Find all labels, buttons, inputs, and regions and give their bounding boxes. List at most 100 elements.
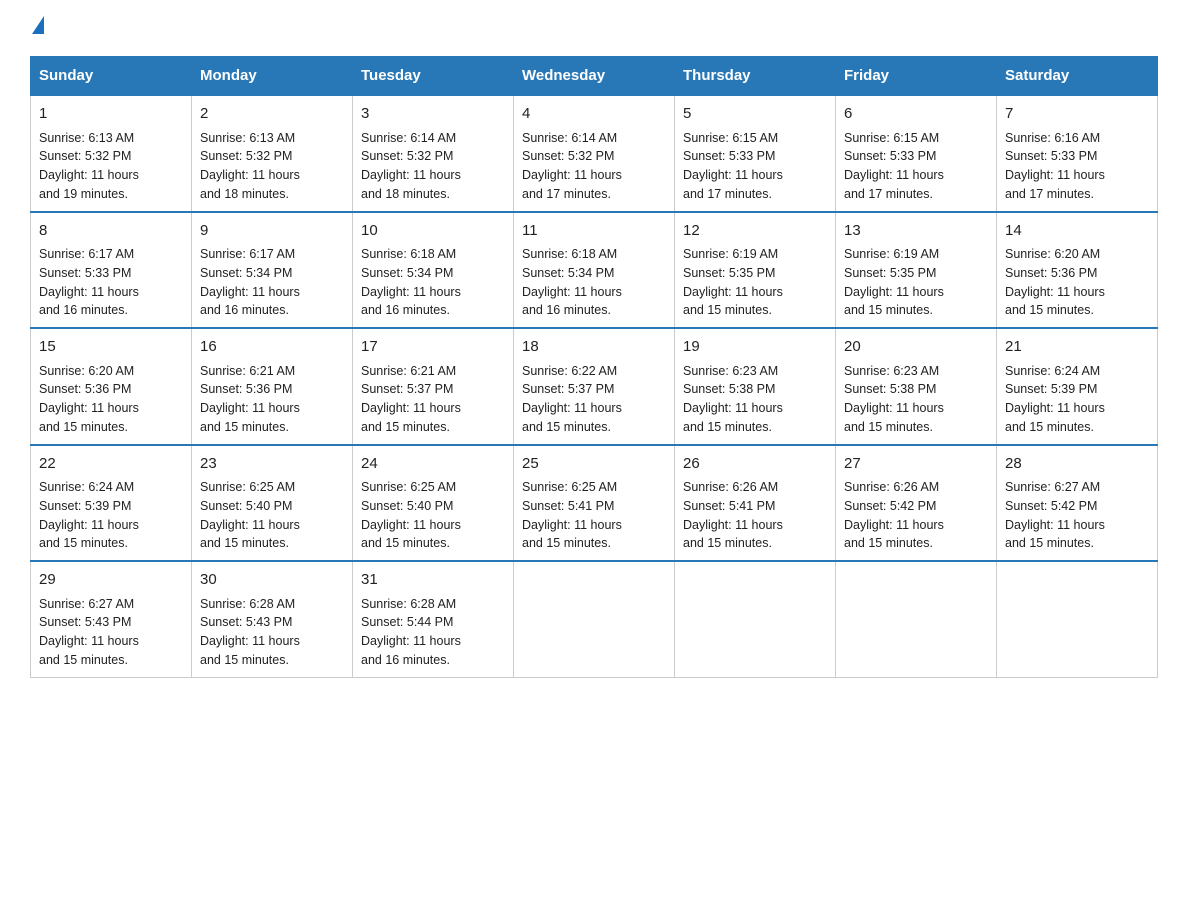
calendar-cell: 19Sunrise: 6:23 AMSunset: 5:38 PMDayligh… (675, 328, 836, 445)
day-info: Sunrise: 6:23 AMSunset: 5:38 PMDaylight:… (844, 362, 988, 437)
day-info: Sunrise: 6:15 AMSunset: 5:33 PMDaylight:… (683, 129, 827, 204)
day-number: 20 (844, 336, 988, 359)
day-info: Sunrise: 6:17 AMSunset: 5:34 PMDaylight:… (200, 245, 344, 320)
day-info: Sunrise: 6:27 AMSunset: 5:43 PMDaylight:… (39, 595, 183, 670)
calendar-cell: 15Sunrise: 6:20 AMSunset: 5:36 PMDayligh… (31, 328, 192, 445)
day-number: 1 (39, 103, 183, 126)
calendar-cell: 7 Sunrise: 6:16 AMSunset: 5:33 PMDaylight… (997, 95, 1158, 212)
calendar-week-row: 1 Sunrise: 6:13 AMSunset: 5:32 PMDaylight… (31, 95, 1158, 212)
calendar-header-row: SundayMondayTuesdayWednesdayThursdayFrid… (31, 57, 1158, 96)
day-number: 11 (522, 220, 666, 243)
col-header-wednesday: Wednesday (514, 57, 675, 96)
calendar-cell: 26Sunrise: 6:26 AMSunset: 5:41 PMDayligh… (675, 445, 836, 562)
day-info: Sunrise: 6:25 AMSunset: 5:40 PMDaylight:… (200, 478, 344, 553)
day-info: Sunrise: 6:14 AMSunset: 5:32 PMDaylight:… (361, 129, 505, 204)
day-info: Sunrise: 6:13 AMSunset: 5:32 PMDaylight:… (39, 129, 183, 204)
calendar-cell: 17 Sunrise: 6:21 AMSunset: 5:37 PMDayligh… (353, 328, 514, 445)
day-number: 30 (200, 569, 344, 592)
calendar-cell: 27Sunrise: 6:26 AMSunset: 5:42 PMDayligh… (836, 445, 997, 562)
calendar-cell: 13Sunrise: 6:19 AMSunset: 5:35 PMDayligh… (836, 212, 997, 329)
page-header (30, 20, 1158, 38)
calendar-cell: 2 Sunrise: 6:13 AMSunset: 5:32 PMDaylight… (192, 95, 353, 212)
calendar-cell: 21 Sunrise: 6:24 AMSunset: 5:39 PMDayligh… (997, 328, 1158, 445)
day-number: 14 (1005, 220, 1149, 243)
day-info: Sunrise: 6:15 AMSunset: 5:33 PMDaylight:… (844, 129, 988, 204)
day-info: Sunrise: 6:26 AMSunset: 5:41 PMDaylight:… (683, 478, 827, 553)
day-number: 12 (683, 220, 827, 243)
day-number: 27 (844, 453, 988, 476)
day-info: Sunrise: 6:22 AMSunset: 5:37 PMDaylight:… (522, 362, 666, 437)
day-number: 2 (200, 103, 344, 126)
calendar-week-row: 15Sunrise: 6:20 AMSunset: 5:36 PMDayligh… (31, 328, 1158, 445)
calendar-cell: 10Sunrise: 6:18 AMSunset: 5:34 PMDayligh… (353, 212, 514, 329)
day-info: Sunrise: 6:19 AMSunset: 5:35 PMDaylight:… (844, 245, 988, 320)
day-number: 31 (361, 569, 505, 592)
day-number: 8 (39, 220, 183, 243)
day-info: Sunrise: 6:17 AMSunset: 5:33 PMDaylight:… (39, 245, 183, 320)
calendar-cell: 16 Sunrise: 6:21 AMSunset: 5:36 PMDayligh… (192, 328, 353, 445)
calendar-cell: 11Sunrise: 6:18 AMSunset: 5:34 PMDayligh… (514, 212, 675, 329)
calendar-cell: 22Sunrise: 6:24 AMSunset: 5:39 PMDayligh… (31, 445, 192, 562)
day-info: Sunrise: 6:18 AMSunset: 5:34 PMDaylight:… (361, 245, 505, 320)
day-info: Sunrise: 6:16 AMSunset: 5:33 PMDaylight:… (1005, 129, 1149, 204)
calendar-cell: 30Sunrise: 6:28 AMSunset: 5:43 PMDayligh… (192, 561, 353, 677)
calendar-week-row: 22Sunrise: 6:24 AMSunset: 5:39 PMDayligh… (31, 445, 1158, 562)
day-info: Sunrise: 6:13 AMSunset: 5:32 PMDaylight:… (200, 129, 344, 204)
calendar-cell: 8Sunrise: 6:17 AMSunset: 5:33 PMDaylight… (31, 212, 192, 329)
day-info: Sunrise: 6:25 AMSunset: 5:40 PMDaylight:… (361, 478, 505, 553)
calendar-cell: 5 Sunrise: 6:15 AMSunset: 5:33 PMDaylight… (675, 95, 836, 212)
calendar-week-row: 8Sunrise: 6:17 AMSunset: 5:33 PMDaylight… (31, 212, 1158, 329)
day-info: Sunrise: 6:24 AMSunset: 5:39 PMDaylight:… (1005, 362, 1149, 437)
day-number: 6 (844, 103, 988, 126)
calendar-cell: 1 Sunrise: 6:13 AMSunset: 5:32 PMDaylight… (31, 95, 192, 212)
col-header-monday: Monday (192, 57, 353, 96)
day-number: 23 (200, 453, 344, 476)
day-info: Sunrise: 6:20 AMSunset: 5:36 PMDaylight:… (39, 362, 183, 437)
calendar-cell: 20 Sunrise: 6:23 AMSunset: 5:38 PMDayligh… (836, 328, 997, 445)
calendar-table: SundayMondayTuesdayWednesdayThursdayFrid… (30, 56, 1158, 678)
calendar-cell: 23Sunrise: 6:25 AMSunset: 5:40 PMDayligh… (192, 445, 353, 562)
day-number: 3 (361, 103, 505, 126)
day-number: 19 (683, 336, 827, 359)
day-number: 21 (1005, 336, 1149, 359)
day-info: Sunrise: 6:27 AMSunset: 5:42 PMDaylight:… (1005, 478, 1149, 553)
logo-triangle-icon (32, 16, 44, 34)
day-number: 26 (683, 453, 827, 476)
day-info: Sunrise: 6:19 AMSunset: 5:35 PMDaylight:… (683, 245, 827, 320)
logo (30, 20, 44, 38)
day-info: Sunrise: 6:21 AMSunset: 5:36 PMDaylight:… (200, 362, 344, 437)
day-number: 28 (1005, 453, 1149, 476)
day-number: 16 (200, 336, 344, 359)
day-info: Sunrise: 6:14 AMSunset: 5:32 PMDaylight:… (522, 129, 666, 204)
calendar-cell: 12Sunrise: 6:19 AMSunset: 5:35 PMDayligh… (675, 212, 836, 329)
calendar-cell (997, 561, 1158, 677)
day-number: 13 (844, 220, 988, 243)
day-number: 7 (1005, 103, 1149, 126)
day-info: Sunrise: 6:26 AMSunset: 5:42 PMDaylight:… (844, 478, 988, 553)
day-number: 17 (361, 336, 505, 359)
day-number: 29 (39, 569, 183, 592)
col-header-thursday: Thursday (675, 57, 836, 96)
day-number: 22 (39, 453, 183, 476)
day-info: Sunrise: 6:28 AMSunset: 5:44 PMDaylight:… (361, 595, 505, 670)
col-header-sunday: Sunday (31, 57, 192, 96)
calendar-cell: 29 Sunrise: 6:27 AMSunset: 5:43 PMDayligh… (31, 561, 192, 677)
calendar-cell: 14Sunrise: 6:20 AMSunset: 5:36 PMDayligh… (997, 212, 1158, 329)
day-number: 5 (683, 103, 827, 126)
day-number: 9 (200, 220, 344, 243)
day-info: Sunrise: 6:21 AMSunset: 5:37 PMDaylight:… (361, 362, 505, 437)
col-header-friday: Friday (836, 57, 997, 96)
calendar-cell: 6 Sunrise: 6:15 AMSunset: 5:33 PMDaylight… (836, 95, 997, 212)
calendar-cell: 28Sunrise: 6:27 AMSunset: 5:42 PMDayligh… (997, 445, 1158, 562)
day-info: Sunrise: 6:20 AMSunset: 5:36 PMDaylight:… (1005, 245, 1149, 320)
calendar-cell: 24Sunrise: 6:25 AMSunset: 5:40 PMDayligh… (353, 445, 514, 562)
calendar-cell: 25Sunrise: 6:25 AMSunset: 5:41 PMDayligh… (514, 445, 675, 562)
day-number: 25 (522, 453, 666, 476)
day-number: 18 (522, 336, 666, 359)
calendar-cell (675, 561, 836, 677)
calendar-cell (514, 561, 675, 677)
day-number: 4 (522, 103, 666, 126)
calendar-cell: 4 Sunrise: 6:14 AMSunset: 5:32 PMDaylight… (514, 95, 675, 212)
day-number: 24 (361, 453, 505, 476)
day-info: Sunrise: 6:18 AMSunset: 5:34 PMDaylight:… (522, 245, 666, 320)
